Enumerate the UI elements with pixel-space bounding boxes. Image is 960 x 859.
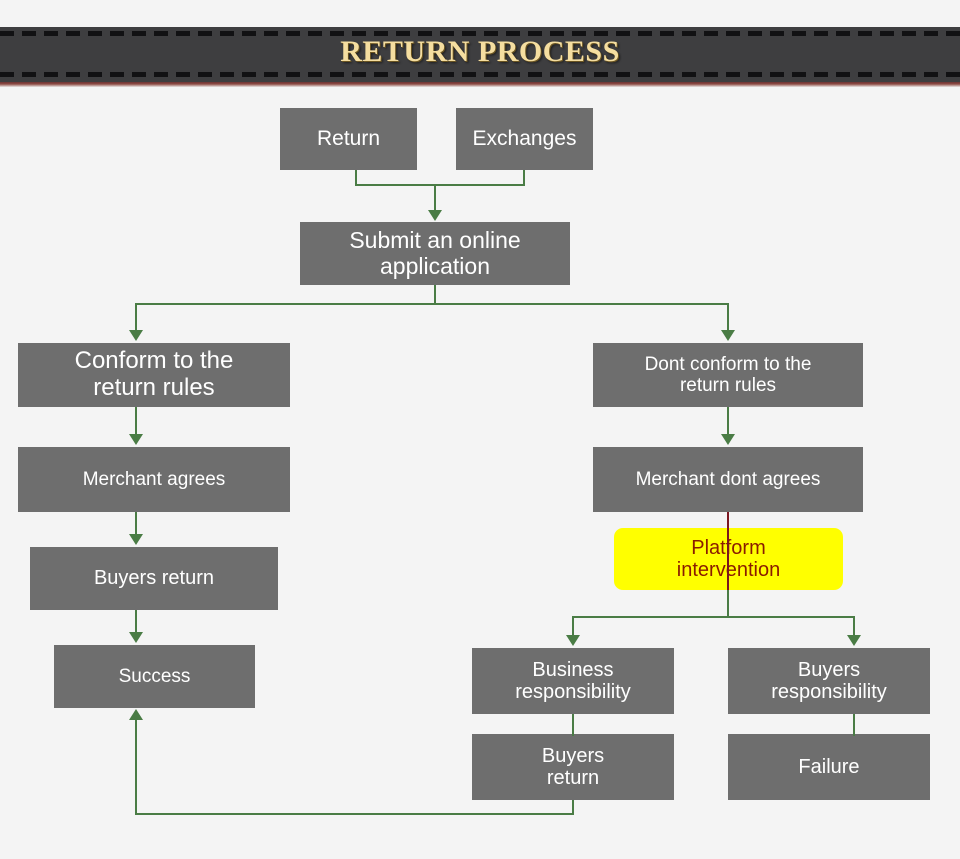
edge-split-left-drop xyxy=(135,303,137,331)
edge-dont-conform-to-merchant-dont-agrees xyxy=(727,407,729,436)
arrowhead-to-business-responsibility xyxy=(566,635,580,646)
node-return[interactable]: Return xyxy=(280,108,417,170)
node-buyers-return-bottom[interactable]: Buyers return xyxy=(472,734,674,800)
arrowhead-to-buyers-return xyxy=(129,534,143,545)
edge-platform-stub xyxy=(727,590,729,618)
edge-merge-bar-top xyxy=(355,184,525,186)
node-exchanges[interactable]: Exchanges xyxy=(456,108,593,170)
edge-feedback-horizontal xyxy=(135,813,574,815)
edge-platform-split-bar xyxy=(572,616,855,618)
node-failure[interactable]: Failure xyxy=(728,734,930,800)
arrowhead-to-buyers-responsibility xyxy=(847,635,861,646)
edge-merchant-dont-agrees-to-platform xyxy=(727,512,729,590)
arrowhead-to-merchant-agrees xyxy=(129,434,143,445)
banner-underline xyxy=(0,82,960,87)
node-dont-conform-to-return-rules[interactable]: Dont conform to the return rules xyxy=(593,343,863,407)
node-buyers-responsibility[interactable]: Buyers responsibility xyxy=(728,648,930,714)
node-merchant-agrees[interactable]: Merchant agrees xyxy=(18,447,290,512)
node-business-responsibility[interactable]: Business responsibility xyxy=(472,648,674,714)
flowchart-page: RETURN PROCESS Return Exchanges Submit a… xyxy=(0,0,960,859)
node-success[interactable]: Success xyxy=(54,645,255,708)
edge-submit-stub xyxy=(434,285,436,304)
header-banner: RETURN PROCESS xyxy=(0,27,960,82)
edge-conform-to-merchant-agrees xyxy=(135,407,137,436)
edge-feedback-rise xyxy=(135,720,137,814)
edge-split-right-drop xyxy=(727,303,729,331)
node-buyers-return-left[interactable]: Buyers return xyxy=(30,547,278,610)
arrowhead-to-conform xyxy=(129,330,143,341)
edge-platform-right-drop xyxy=(853,616,855,637)
arrowhead-to-success xyxy=(129,632,143,643)
arrowhead-to-submit xyxy=(428,210,442,221)
edge-merchant-agrees-to-buyers-return xyxy=(135,512,137,536)
node-submit-online-application[interactable]: Submit an online application xyxy=(300,222,570,285)
edge-return-stub xyxy=(355,170,357,185)
arrowhead-to-merchant-dont-agrees xyxy=(721,434,735,445)
arrowhead-to-dont-conform xyxy=(721,330,735,341)
node-merchant-dont-agrees[interactable]: Merchant dont agrees xyxy=(593,447,863,512)
node-conform-to-return-rules[interactable]: Conform to the return rules xyxy=(18,343,290,407)
edge-platform-left-drop xyxy=(572,616,574,637)
edge-buyers-responsibility-to-failure xyxy=(853,714,855,736)
edge-merge-to-submit xyxy=(434,184,436,212)
arrowhead-feedback-to-success xyxy=(129,709,143,720)
banner-dashed-line-bottom xyxy=(0,72,960,77)
page-title: RETURN PROCESS xyxy=(340,35,620,68)
edge-exchanges-stub xyxy=(523,170,525,185)
edge-buyers-return-to-success xyxy=(135,610,137,634)
edge-business-to-buyers-return xyxy=(572,714,574,736)
edge-split-bar xyxy=(135,303,729,305)
